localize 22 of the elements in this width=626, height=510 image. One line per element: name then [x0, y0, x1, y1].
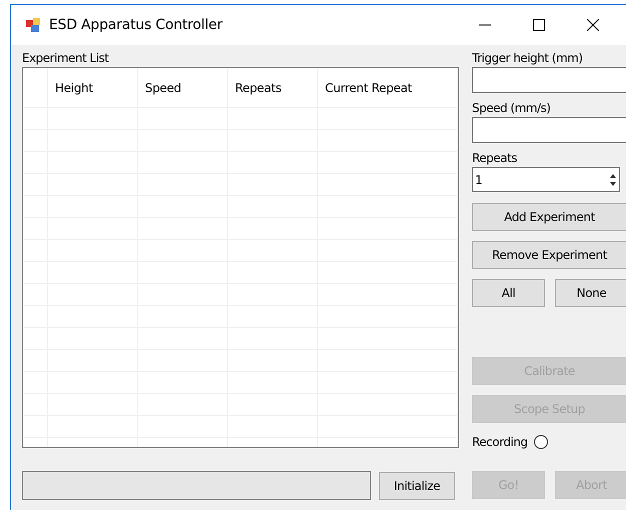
recording-radio[interactable]	[534, 435, 548, 449]
button[interactable]: Remove Experiment	[472, 241, 626, 269]
button[interactable]: All	[472, 279, 545, 307]
button[interactable]: Add Experiment	[472, 203, 626, 231]
maximize-icon[interactable]	[533, 19, 545, 31]
column-header[interactable]: Repeats	[235, 80, 282, 94]
column-header[interactable]: Height	[55, 80, 93, 94]
speed-field[interactable]	[472, 117, 626, 143]
app-icon	[25, 17, 41, 33]
field-label: Speed (mm/s)	[472, 100, 552, 117]
trigger-height-field[interactable]	[472, 67, 626, 93]
initialize-button[interactable]: Initialize	[379, 472, 455, 500]
recording-label: Recording	[472, 434, 528, 451]
experiment-list-label: Experiment List	[22, 50, 110, 67]
field-label: Trigger height (mm)	[472, 50, 584, 67]
field-label: Repeats	[472, 150, 518, 167]
column-header[interactable]: Current Repeat	[325, 80, 412, 94]
repeats-spinner[interactable]: 1	[472, 167, 620, 192]
close-icon[interactable]	[587, 19, 599, 31]
button[interactable]: None	[555, 279, 626, 307]
window-title: ESD Apparatus Controller	[49, 17, 224, 33]
column-header[interactable]: Speed	[145, 80, 182, 94]
